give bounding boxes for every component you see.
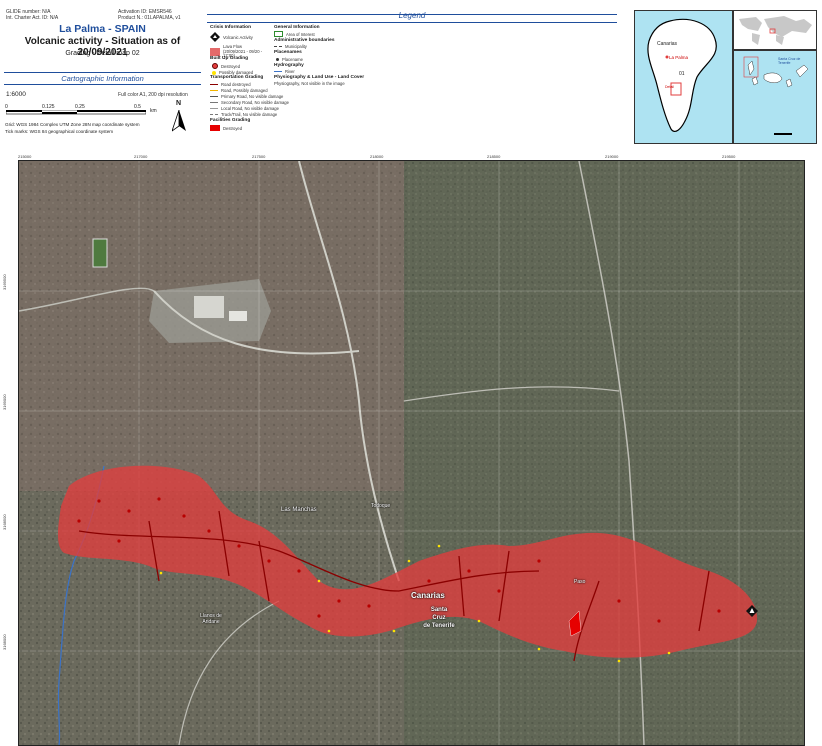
y-tick-0: 3169500 xyxy=(2,274,7,290)
legend-rule xyxy=(207,22,617,23)
x-tick-1: 217000 xyxy=(134,154,148,159)
map-scale: 1:6000 xyxy=(6,91,26,98)
charter-id: Int. Charter Act. ID: N/A xyxy=(6,15,59,21)
scale-unit: km xyxy=(150,108,157,114)
place-santa-cruz-1: Santa xyxy=(430,607,448,613)
possibly-dot xyxy=(212,70,216,75)
legend-physio-head: Physiography & Land Use - Land Cover xyxy=(274,75,365,80)
legend-placenames-head: Placenames xyxy=(274,50,302,55)
place-canarias: Canarias xyxy=(411,591,445,600)
legend-hydro-head: Hydrography xyxy=(274,63,304,68)
inset-sheet: 01 xyxy=(679,71,685,77)
legend-built-head: Built Up Grading xyxy=(210,56,249,61)
legend-river: River xyxy=(274,69,295,74)
satellite-imagery xyxy=(19,161,804,745)
divider xyxy=(4,84,201,85)
legend-municipality: Municipality xyxy=(274,44,307,49)
legend-track: Track/Trail, No visible damage xyxy=(210,112,277,117)
destroyed-dot xyxy=(212,63,218,69)
place-las-manchas: Las Manchas xyxy=(281,507,317,513)
cartographic-heading: Cartographic Information xyxy=(61,74,144,83)
place-paso: Paso xyxy=(574,579,586,585)
y-tick-3: 3168000 xyxy=(2,634,7,650)
volcano-icon xyxy=(210,32,220,42)
x-tick-4: 218500 xyxy=(487,154,501,159)
inset-la-palma-label: La Palma xyxy=(669,55,689,60)
x-tick-6: 219500 xyxy=(722,154,736,159)
inset-area-label: Detail xyxy=(665,85,674,89)
lava-swatch xyxy=(210,47,220,56)
inset-canarias: Canarias xyxy=(657,41,678,47)
legend-physio-item: Physiography, Not visible in the image xyxy=(274,81,345,86)
legend-heading: Legend xyxy=(398,11,426,20)
legend-volcanic: Volcanic Activity xyxy=(210,32,253,42)
legend-local-road: Local Road, No visible damage xyxy=(210,106,279,111)
inset-la-palma: Canarias La Palma 01 Detail xyxy=(634,10,733,144)
x-tick-3: 218000 xyxy=(370,154,384,159)
scale-bar xyxy=(6,110,146,115)
legend-admin-head: Administrative boundaries xyxy=(274,38,335,43)
tick-note: Tick marks: WGS 84 geographical coordina… xyxy=(5,129,114,134)
x-tick-5: 219000 xyxy=(605,154,619,159)
legend-aoi: Area of Interest xyxy=(274,31,315,37)
y-tick-2: 3168500 xyxy=(2,514,7,530)
inset-world xyxy=(733,10,817,50)
place-todoque: Todoque xyxy=(371,503,391,509)
la-palma-island xyxy=(647,18,717,133)
legend-placename: Placename xyxy=(276,57,303,62)
map-title: La Palma - SPAIN xyxy=(59,23,146,35)
legend-facility-destroyed: Destroyed xyxy=(210,125,242,131)
place-llanos: Llanos de Aridane xyxy=(200,613,222,625)
legend-general-head: General Information xyxy=(274,25,320,30)
product-number: Product N.: 01LAPALMA, v1 xyxy=(118,15,181,21)
world-map xyxy=(734,11,816,49)
legend-crisis-head: Crisis Information xyxy=(210,25,252,30)
legend-secondary-road: Secondary Road, No visible damage xyxy=(210,100,289,105)
legend-road-destroyed: Road destroyed xyxy=(210,82,251,87)
y-tick-1: 3169000 xyxy=(2,394,7,410)
legend-road-possibly: Road, Possibly damaged xyxy=(210,88,268,93)
inset-tenerife: Santa Cruz de Tenerife xyxy=(778,57,801,65)
divider xyxy=(4,72,201,73)
legend-destroyed: Destroyed xyxy=(212,63,240,69)
print-resolution: Full color A1, 200 dpi resolution xyxy=(118,92,188,98)
north-arrow-icon xyxy=(172,110,186,132)
x-tick-2: 217500 xyxy=(252,154,266,159)
grid-note: Grid: WGS 1984 Complex UTM Zone 28N map … xyxy=(5,122,140,127)
north-label: N xyxy=(176,100,182,107)
legend-transport-head: Transportation Grading xyxy=(210,75,264,80)
legend-primary-road: Primary Road, No visible damage xyxy=(210,94,283,99)
legend-facilities-head: Facilities Grading xyxy=(210,118,251,123)
main-map[interactable]: Las Manchas Todoque Canarias Santa Cruz … xyxy=(18,160,805,746)
map-detail: Grading - Detail map 02 xyxy=(65,50,140,57)
place-santa-cruz-3: de Tenerife xyxy=(423,623,455,629)
x-tick-0: 215000 xyxy=(18,154,32,159)
place-santa-cruz-2: Cruz xyxy=(432,615,446,621)
inset-canary-islands: Santa Cruz de Tenerife xyxy=(733,50,817,144)
